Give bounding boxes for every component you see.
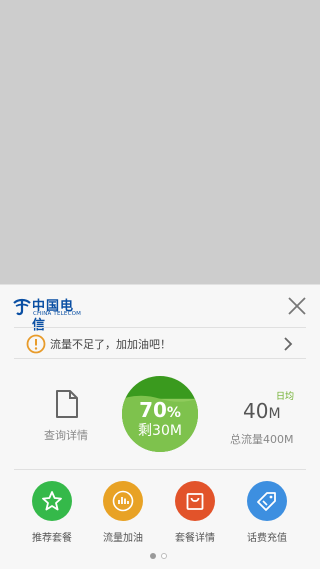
percent-value: 70 [139,398,167,422]
notice-text: 流量不足了，加加油吧！ [50,338,171,351]
traffic-widget-panel: 中国电信 CHINA TELECOM 流量不足了，加加油吧！ 查询详情 70% … [0,284,320,569]
shopping-bag-icon [186,493,204,510]
action-circle [32,481,72,521]
daily-unit: M [268,406,281,422]
usage-percent: 70% [122,398,198,422]
signal-bars-icon [112,490,134,512]
traffic-stats: 查询详情 70% 剩30M 日均 40M 总流量400M [0,371,320,471]
traffic-gauge[interactable]: 70% 剩30M [122,376,198,452]
star-icon [42,491,62,511]
action-recommend-plan[interactable]: 推荐套餐 [22,481,82,544]
daily-average-value: 40M [243,399,281,423]
quick-actions: 推荐套餐 流量加油 套餐详情 话费充值 [0,481,320,551]
daily-number: 40 [243,399,269,423]
telecom-emblem-icon [13,298,31,316]
action-plan-details[interactable]: 套餐详情 [165,481,225,544]
page-dot-active[interactable] [150,553,156,559]
china-telecom-logo: 中国电信 CHINA TELECOM [12,295,82,333]
brand-name-en: CHINA TELECOM [33,311,82,317]
action-circle [103,481,143,521]
remaining-traffic: 剩30M [138,423,182,439]
action-traffic-boost[interactable]: 流量加油 [93,481,153,544]
percent-sign: % [166,405,181,421]
action-label: 流量加油 [103,533,143,544]
query-details-label: 查询详情 [44,429,88,442]
low-traffic-notice[interactable]: 流量不足了，加加油吧！ [14,327,306,359]
action-label: 套餐详情 [175,533,215,544]
page-indicator [150,553,170,561]
action-label: 推荐套餐 [32,533,72,544]
close-button[interactable] [284,293,310,319]
query-details-button[interactable]: 查询详情 [42,389,92,443]
close-icon [288,297,306,315]
action-circle [175,481,215,521]
price-tag-icon [257,492,276,511]
action-label: 话费充值 [247,533,287,544]
warning-icon [26,334,46,358]
document-icon [56,390,78,418]
page-dot[interactable] [161,553,167,559]
dimmed-backdrop[interactable] [0,0,320,284]
chevron-right-icon [282,336,294,356]
section-divider [14,469,306,470]
total-traffic: 总流量400M [230,433,294,446]
action-circle [247,481,287,521]
action-recharge[interactable]: 话费充值 [237,481,297,544]
